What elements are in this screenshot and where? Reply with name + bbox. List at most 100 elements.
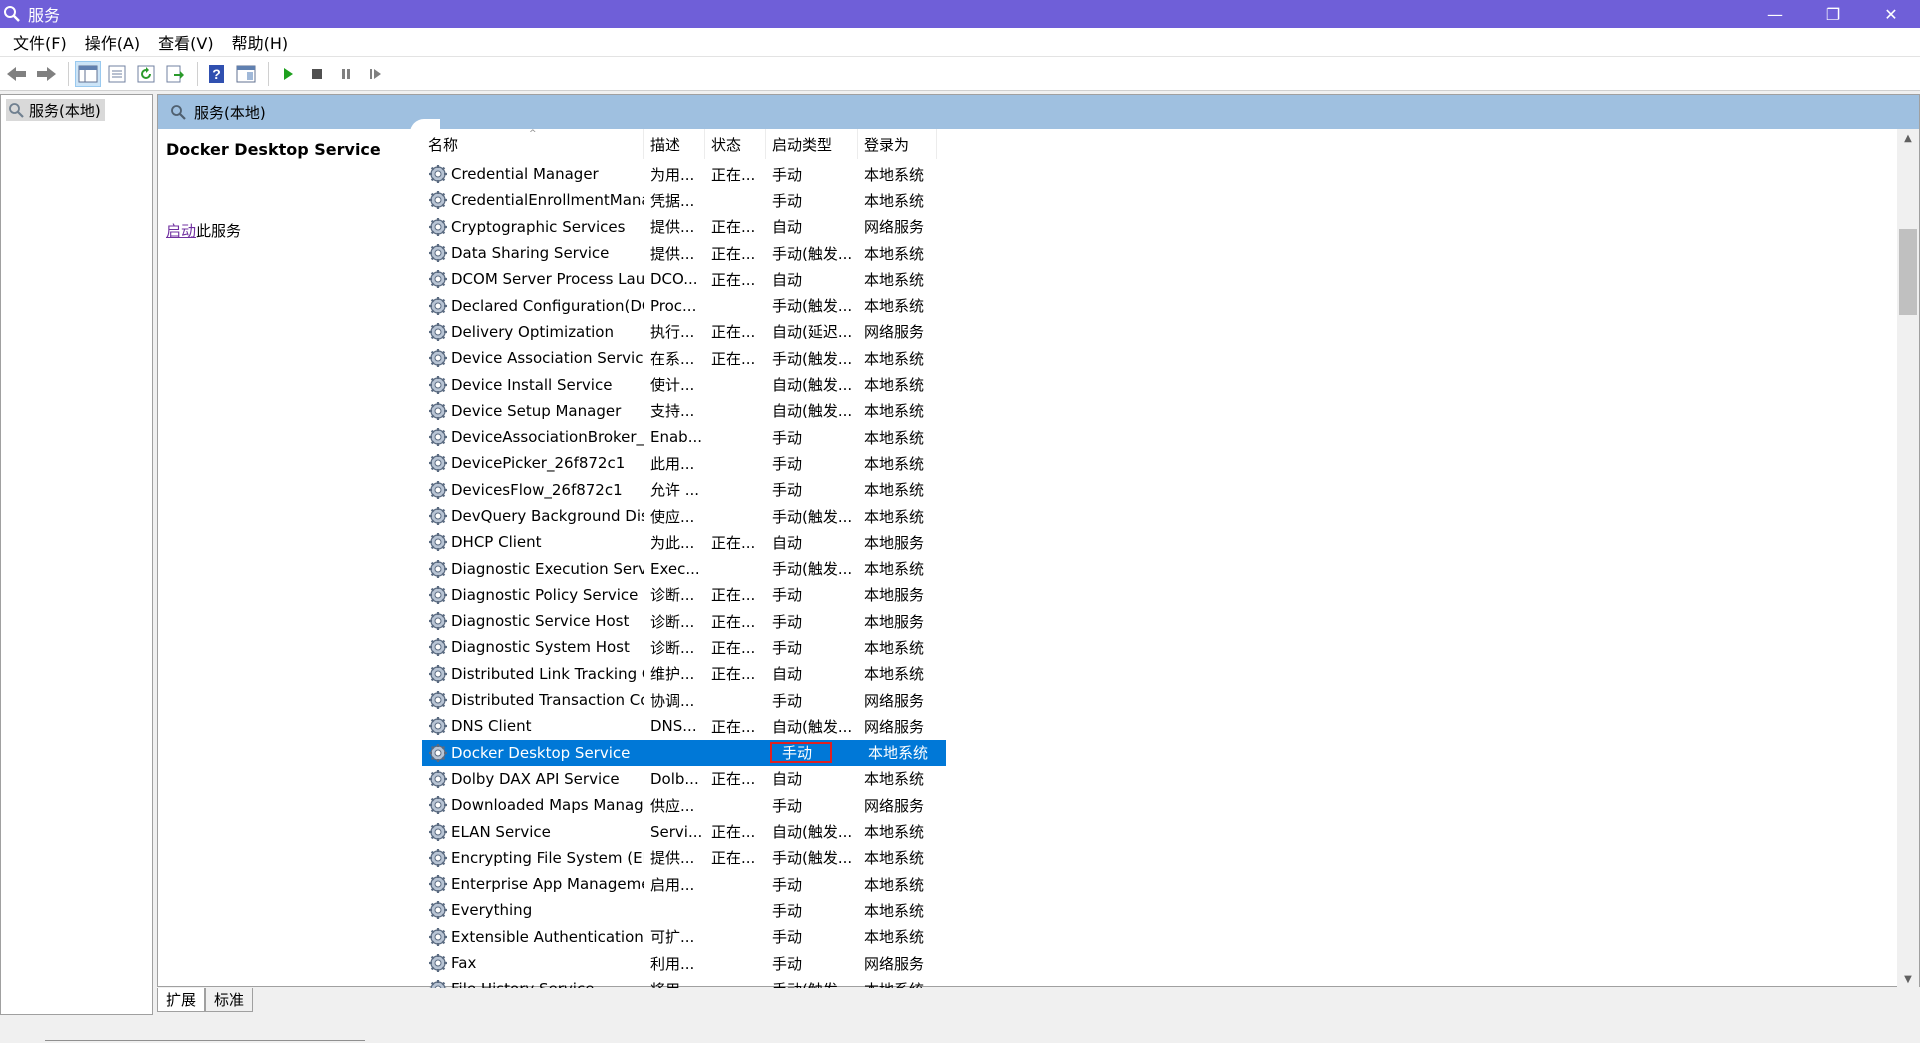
service-log-on-as: 网络服务 (864, 323, 925, 342)
column-header-name[interactable]: 名称 ^ (422, 129, 644, 159)
column-header-description[interactable]: 描述 (644, 129, 705, 159)
table-row[interactable]: ELAN Service Servi... 正在... 自动(触发... 本地系统 (422, 818, 946, 844)
table-row[interactable]: Downloaded Maps Manager 供应... 手动 网络服务 (422, 792, 946, 818)
table-row[interactable]: DNS Client DNS... 正在... 自动(触发... 网络服务 (422, 713, 946, 739)
service-name-cell: Encrypting File System (EFS) (422, 848, 644, 868)
start-service-button[interactable] (275, 61, 301, 87)
menu-help[interactable]: 帮助(H) (223, 30, 298, 54)
help-button[interactable]: ? (204, 61, 230, 87)
table-row[interactable]: Data Sharing Service 提供... 正在... 手动(触发... 本地… (422, 240, 946, 266)
service-name-cell: Extensible Authentication ... (422, 927, 644, 947)
vertical-scrollbar[interactable]: ▲ ▼ (1897, 129, 1919, 988)
refresh-button[interactable] (133, 61, 159, 87)
column-status-label: 状态 (711, 135, 742, 154)
service-name-cell: File History Service (422, 979, 644, 988)
service-description: 为用... (650, 165, 695, 184)
table-row[interactable]: Distributed Transaction Co... 协调... 手动 网络服务 (422, 687, 946, 713)
service-startup-type: 手动 (772, 691, 803, 710)
table-row[interactable]: Extensible Authentication ... 可扩... 手动 本地系统 (422, 924, 946, 950)
service-description: 提供... (650, 244, 695, 263)
panel-header-label: 服务(本地) (194, 103, 266, 122)
service-name: Downloaded Maps Manager (451, 796, 644, 815)
column-header-status[interactable]: 状态 (705, 129, 766, 159)
table-row[interactable]: Encrypting File System (EFS) 提供... 正在... 手动… (422, 845, 946, 871)
table-row[interactable]: DCOM Server Process Lau... DCO... 正在... 自动 本… (422, 266, 946, 292)
table-row[interactable]: Everything 手动 本地系统 (422, 897, 946, 923)
status-bar (0, 1015, 1920, 1043)
service-description: 可扩... (650, 928, 695, 947)
table-row[interactable]: CredentialEnrollmentMana... 凭据... 手动 本地系统 (422, 187, 946, 213)
service-description: DCO... (650, 270, 698, 289)
resume-service-button[interactable] (362, 61, 388, 87)
table-row[interactable]: Device Install Service 使计... 自动(触发... 本地系统 (422, 371, 946, 397)
table-row[interactable]: Dolby DAX API Service Dolb... 正在... 自动 本地系统 (422, 766, 946, 792)
pause-service-button[interactable] (333, 61, 359, 87)
service-description: Servi... (650, 822, 703, 841)
scroll-down-arrow-icon[interactable]: ▼ (1897, 970, 1919, 988)
service-startup-type: 自动 (772, 218, 803, 237)
table-row-selected[interactable]: Docker Desktop Service 手动 本地系统 (422, 739, 946, 766)
restore-icon: ❐ (1825, 4, 1841, 24)
service-gear-icon (429, 349, 447, 368)
table-row[interactable]: Distributed Link Tracking C... 维护... 正在...… (422, 661, 946, 687)
service-log-on-as: 本地系统 (864, 428, 925, 447)
show-hide-pane-button[interactable] (233, 61, 259, 87)
service-status: 正在... (711, 218, 756, 237)
service-name-cell: Docker Desktop Service (422, 743, 644, 763)
service-name: DevQuery Background Dis... (451, 507, 644, 525)
tree-item-label: 服务(本地) (29, 101, 101, 120)
service-description: DNS... (650, 717, 697, 736)
service-description: 此用... (650, 454, 695, 473)
forward-button[interactable] (33, 61, 59, 87)
service-log-on-as: 本地系统 (864, 165, 925, 184)
services-app-icon (4, 6, 20, 22)
tab-standard[interactable]: 标准 (205, 988, 254, 1012)
back-button[interactable] (4, 61, 30, 87)
service-startup-type: 手动 (772, 612, 803, 631)
tree-item-services-local[interactable]: 服务(本地) (6, 99, 105, 121)
table-row[interactable]: DevQuery Background Dis... 使应... 手动(触发... 本… (422, 503, 946, 529)
menu-file[interactable]: 文件(F) (4, 30, 76, 54)
restore-button[interactable]: ❐ (1804, 0, 1862, 28)
close-button[interactable]: ✕ (1862, 0, 1920, 28)
table-row[interactable]: Diagnostic Execution Service Exec... 手动(触发… (422, 555, 946, 581)
table-row[interactable]: DevicePicker_26f872c1 此用... 手动 本地系统 (422, 450, 946, 476)
service-status: 正在... (711, 638, 756, 657)
table-row[interactable]: Device Setup Manager 支持... 自动(触发... 本地系统 (422, 398, 946, 424)
service-log-on-as: 本地系统 (864, 191, 925, 210)
scroll-up-arrow-icon[interactable]: ▲ (1897, 129, 1919, 147)
table-row[interactable]: Diagnostic Service Host 诊断... 正在... 手动 本地服务 (422, 608, 946, 634)
pause-service-icon (342, 68, 350, 79)
stop-service-button[interactable] (304, 61, 330, 87)
service-name: Cryptographic Services (451, 217, 626, 236)
table-row[interactable]: Delivery Optimization 执行... 正在... 自动(延迟... 网… (422, 319, 946, 345)
table-row[interactable]: DHCP Client 为此... 正在... 自动 本地服务 (422, 529, 946, 555)
table-row[interactable]: Credential Manager 为用... 正在... 手动 本地系统 (422, 161, 946, 187)
column-header-log-on-as[interactable]: 登录为 (858, 129, 937, 159)
start-service-link[interactable]: 启动 (166, 222, 196, 240)
menu-action[interactable]: 操作(A) (76, 30, 149, 54)
table-row[interactable]: Cryptographic Services 提供... 正在... 自动 网络服务 (422, 214, 946, 240)
table-row[interactable]: Device Association Service 在系... 正在... 手动(触… (422, 345, 946, 371)
column-header-startup-type[interactable]: 启动类型 (766, 129, 858, 159)
properties-icon (108, 65, 126, 82)
service-description: Proc... (650, 296, 697, 315)
scrollbar-thumb[interactable] (1899, 229, 1917, 315)
export-list-button[interactable] (162, 61, 188, 87)
service-startup-type: 手动 (772, 875, 803, 894)
tab-extended[interactable]: 扩展 (157, 988, 206, 1012)
table-row[interactable]: DevicesFlow_26f872c1 允许 ... 手动 本地系统 (422, 477, 946, 503)
properties-button[interactable] (104, 61, 130, 87)
console-tree-button[interactable] (75, 60, 101, 87)
table-row[interactable]: DeviceAssociationBroker_2... Enab... 手动 本地系… (422, 424, 946, 450)
service-description: 提供... (650, 218, 695, 237)
minimize-button[interactable]: — (1746, 0, 1804, 28)
table-row[interactable]: Diagnostic Policy Service 诊断... 正在... 手动 本地服… (422, 582, 946, 608)
table-row[interactable]: File History Service 将用... 手动(触发...本地系统 (422, 976, 946, 988)
service-name-cell: DCOM Server Process Lau... (422, 269, 644, 289)
table-row[interactable]: Declared Configuration(DC... Proc... 手动(触发… (422, 292, 946, 318)
menu-view[interactable]: 查看(V) (149, 30, 222, 54)
table-row[interactable]: Diagnostic System Host 诊断... 正在... 手动 本地系统 (422, 634, 946, 660)
table-row[interactable]: Enterprise App Manageme... 启用... 手动 本地系统 (422, 871, 946, 897)
table-row[interactable]: Fax 利用... 手动 网络服务 (422, 950, 946, 976)
